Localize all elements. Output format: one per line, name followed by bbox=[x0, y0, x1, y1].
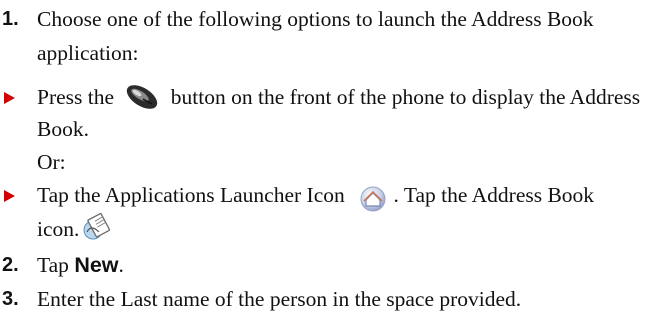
step-2-text-prefix: Tap bbox=[37, 253, 75, 277]
step-2-number: 2. bbox=[2, 254, 19, 276]
step-1-text-line2: application: bbox=[37, 41, 139, 65]
option-1-text-line1: Press the button on the front of the pho… bbox=[37, 82, 647, 112]
option-2-text-line1: Tap the Applications Launcher Icon . Tap… bbox=[37, 180, 647, 212]
instructions-document: 1. Choose one of the following options t… bbox=[0, 0, 652, 322]
option-1-bullet-icon bbox=[4, 92, 15, 104]
applications-launcher-icon bbox=[358, 186, 388, 212]
step-1-number: 1. bbox=[2, 8, 19, 30]
option-2-text-before: Tap the Applications Launcher Icon bbox=[37, 183, 345, 207]
step-3-text: Enter the Last name of the person in the… bbox=[37, 287, 522, 311]
new-command-label: New bbox=[74, 253, 119, 277]
option-2-text-line2: icon. bbox=[37, 212, 647, 246]
step-3-number: 3. bbox=[2, 288, 19, 310]
step-2-text-suffix: . bbox=[118, 253, 124, 277]
option-1-text-before: Press the bbox=[37, 85, 115, 109]
option-2-icon-label: icon. bbox=[37, 217, 80, 241]
address-book-hardware-button-icon bbox=[123, 84, 161, 110]
step-1-text-line1: Choose one of the following options to l… bbox=[37, 7, 594, 31]
address-book-icon bbox=[81, 212, 115, 242]
or-label: Or: bbox=[37, 150, 66, 174]
option-2-text-after: . Tap the Address Book bbox=[393, 183, 595, 207]
option-1-text-line2: Book. bbox=[37, 117, 89, 141]
option-2-bullet-icon bbox=[4, 190, 15, 202]
option-1-text-after: button on the front of the phone to disp… bbox=[170, 85, 641, 109]
step-2-text: Tap New. bbox=[37, 250, 647, 280]
